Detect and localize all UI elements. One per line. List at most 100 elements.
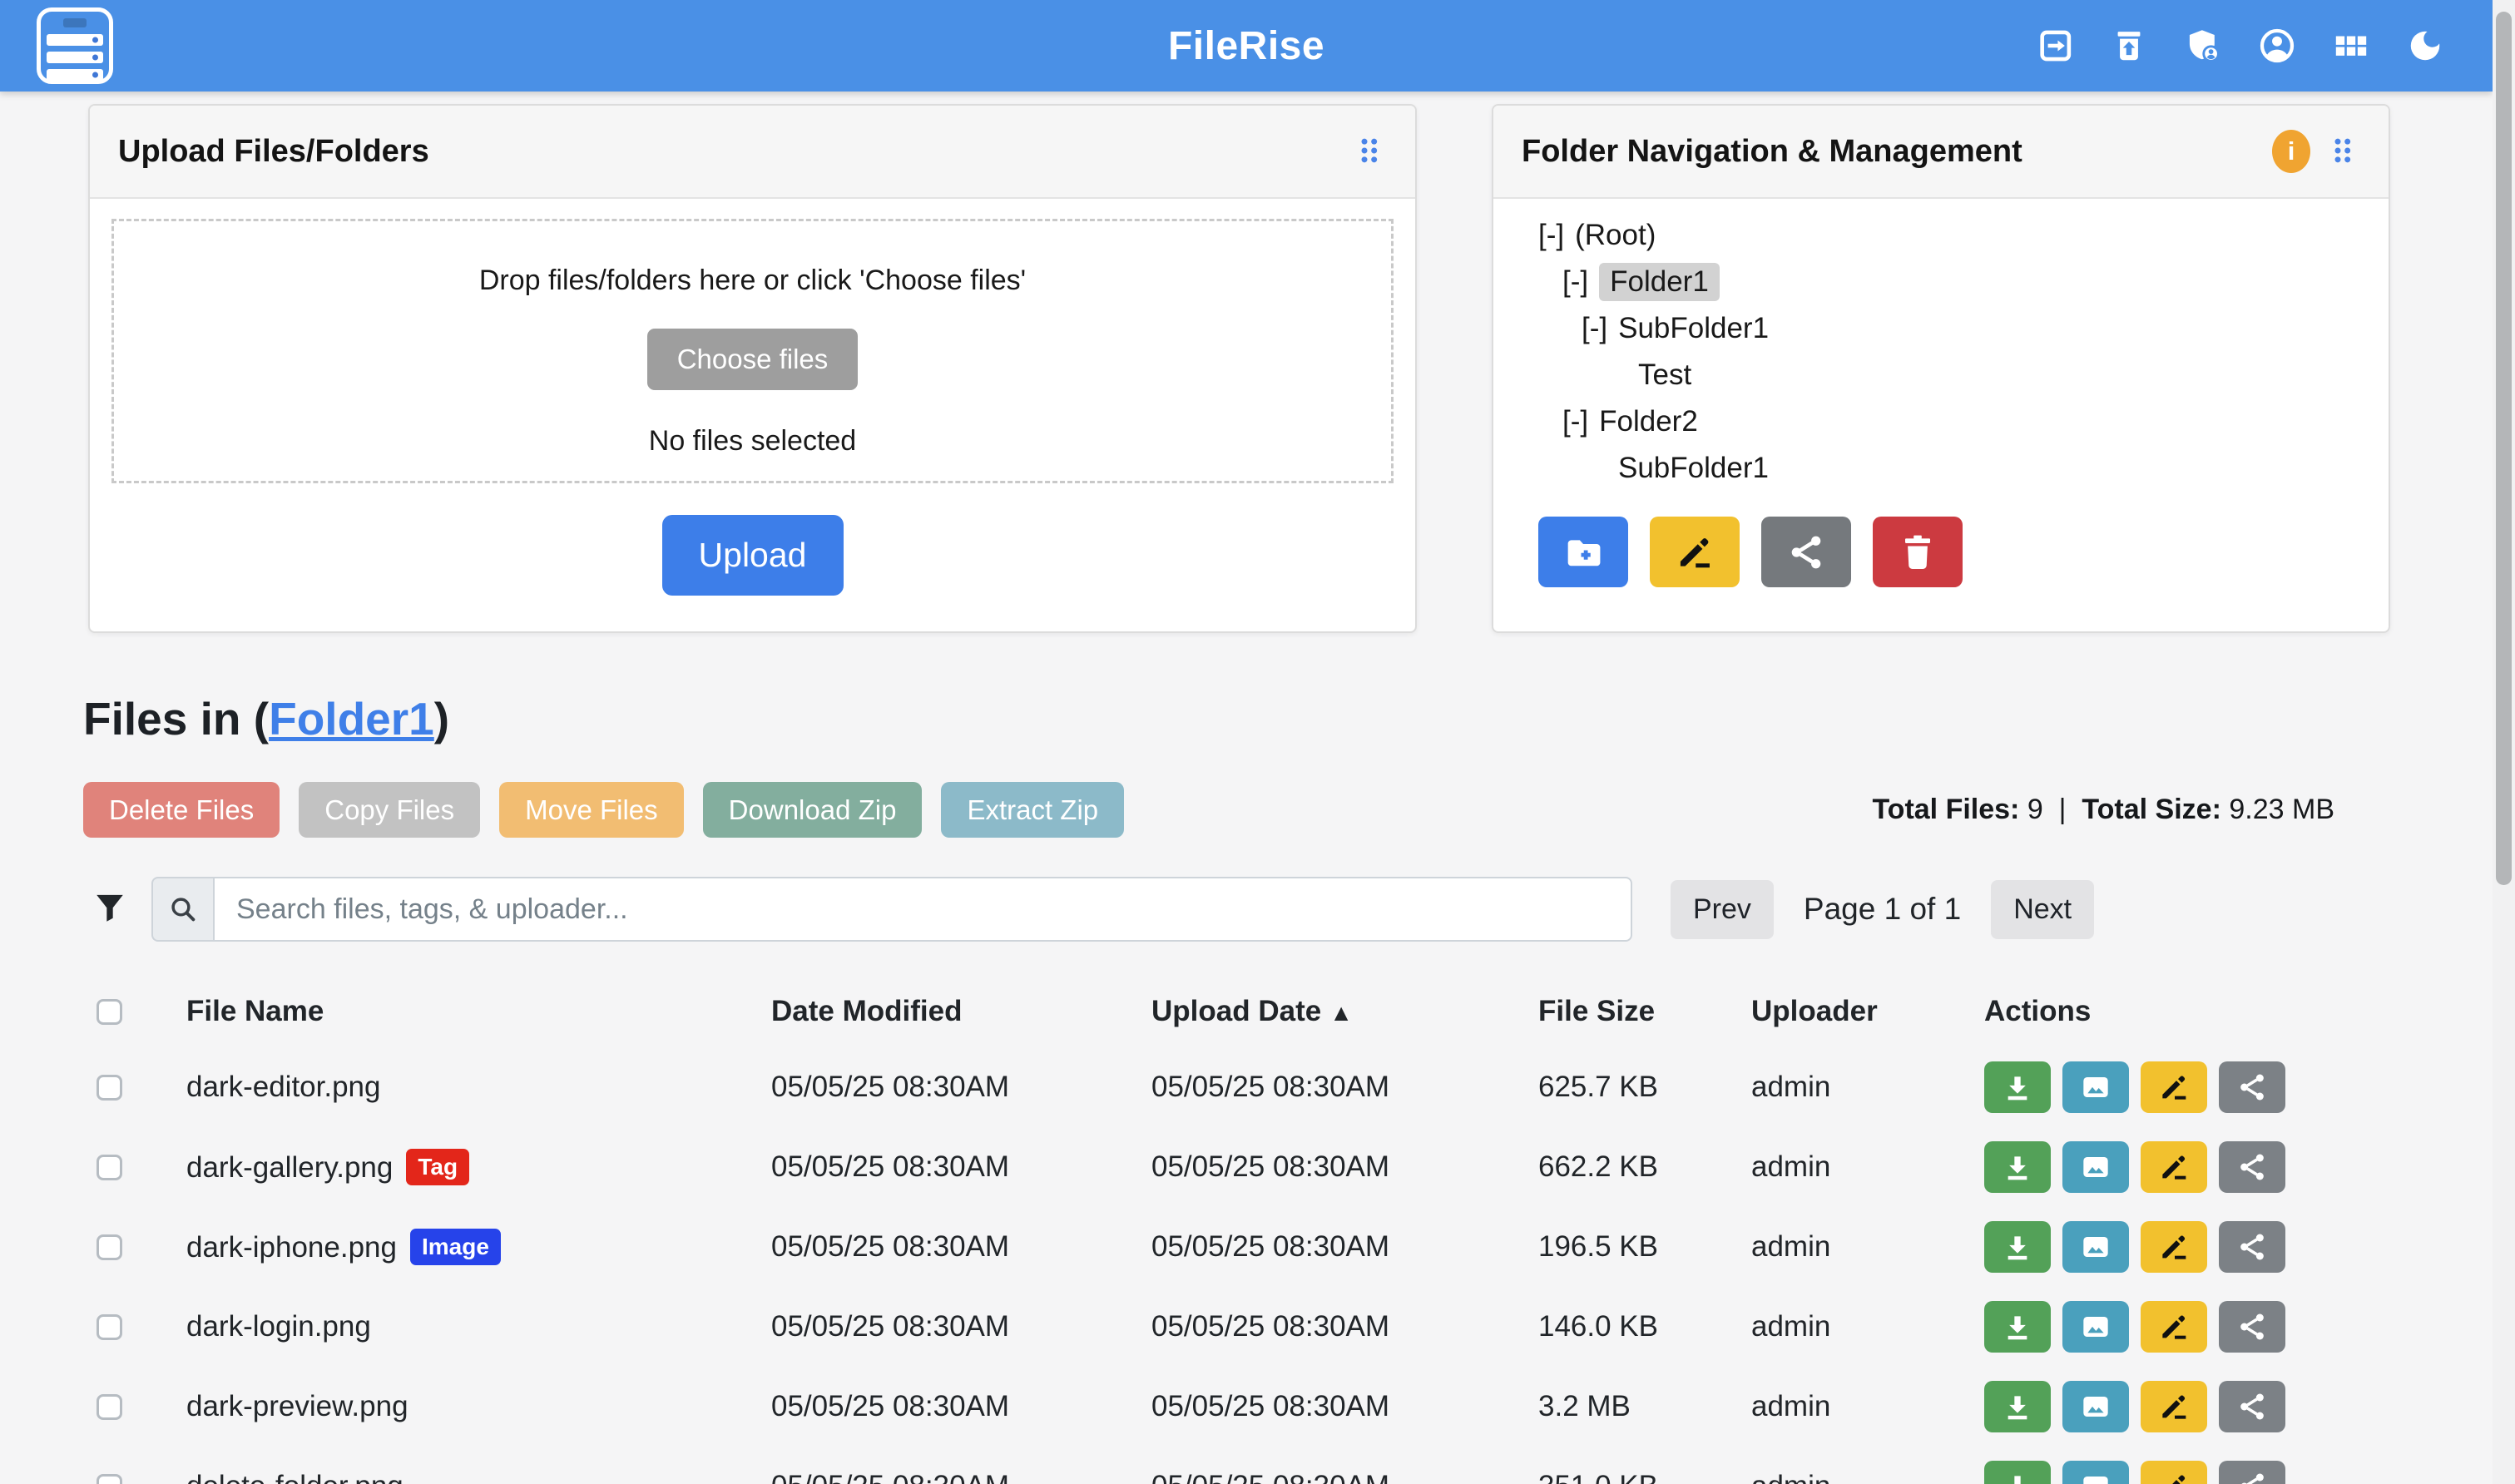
choose-files-button[interactable]: Choose files xyxy=(647,329,859,390)
row-actions xyxy=(1984,1301,2334,1353)
row-checkbox[interactable] xyxy=(97,1314,122,1340)
tree-label[interactable]: Folder2 xyxy=(1599,405,1698,438)
download-file-button[interactable] xyxy=(1984,1221,2051,1273)
rename-file-button[interactable] xyxy=(2141,1221,2207,1273)
drag-handle-icon[interactable] xyxy=(1350,131,1387,171)
upload-button[interactable]: Upload xyxy=(662,515,844,596)
header-icon-group xyxy=(2034,25,2446,67)
row-checkbox[interactable] xyxy=(97,1234,122,1260)
tree-label[interactable]: SubFolder1 xyxy=(1618,452,1769,485)
date-modified: 05/05/25 08:30AM xyxy=(771,1230,1151,1264)
preview-file-button[interactable] xyxy=(2062,1061,2129,1113)
column-header-size[interactable]: File Size xyxy=(1538,995,1751,1028)
tree-toggle[interactable]: [-] xyxy=(1582,312,1607,345)
preview-file-button[interactable] xyxy=(2062,1221,2129,1273)
tree-label[interactable]: (Root) xyxy=(1575,219,1656,252)
extract-zip-button[interactable]: Extract Zip xyxy=(941,782,1124,838)
share-file-button[interactable] xyxy=(2219,1221,2285,1273)
download-file-button[interactable] xyxy=(1984,1461,2051,1484)
search-input[interactable] xyxy=(213,877,1632,942)
info-icon[interactable] xyxy=(2272,130,2310,173)
download-icon xyxy=(2001,1390,2034,1423)
scrollbar-thumb[interactable] xyxy=(2496,12,2512,885)
page-indicator: Page 1 of 1 xyxy=(1804,892,1961,927)
download-file-button[interactable] xyxy=(1984,1301,2051,1353)
image-icon xyxy=(2079,1310,2112,1343)
filter-icon[interactable] xyxy=(90,889,130,929)
prev-page-button[interactable]: Prev xyxy=(1671,880,1774,939)
share-file-button[interactable] xyxy=(2219,1141,2285,1193)
upload-card: Upload Files/Folders Drop files/folders … xyxy=(88,104,1417,633)
tree-toggle[interactable]: [-] xyxy=(1562,265,1588,299)
preview-file-button[interactable] xyxy=(2062,1301,2129,1353)
date-modified: 05/05/25 08:30AM xyxy=(771,1310,1151,1343)
rename-file-button[interactable] xyxy=(2141,1381,2207,1432)
tree-item-subfolder1-b[interactable]: SubFolder1 xyxy=(1538,445,2389,492)
copy-files-button[interactable]: Copy Files xyxy=(299,782,480,838)
dark-mode-icon[interactable] xyxy=(2404,25,2446,67)
tree-item-root[interactable]: [-] (Root) xyxy=(1538,212,2389,259)
tree-label[interactable]: SubFolder1 xyxy=(1618,312,1769,345)
preview-file-button[interactable] xyxy=(2062,1141,2129,1193)
tree-toggle[interactable]: [-] xyxy=(1538,219,1564,252)
file-name: dark-iphone.pngImage xyxy=(186,1229,771,1265)
delete-folder-button[interactable] xyxy=(1873,517,1963,587)
rename-file-button[interactable] xyxy=(2141,1141,2207,1193)
rename-file-button[interactable] xyxy=(2141,1461,2207,1484)
download-file-button[interactable] xyxy=(1984,1141,2051,1193)
move-files-button[interactable]: Move Files xyxy=(499,782,684,838)
tree-label-selected[interactable]: Folder1 xyxy=(1599,263,1720,301)
filerise-logo-icon[interactable] xyxy=(37,7,113,84)
sign-out-icon[interactable] xyxy=(2034,25,2076,67)
current-folder-link[interactable]: Folder1 xyxy=(269,693,434,744)
next-page-button[interactable]: Next xyxy=(1991,880,2094,939)
preview-file-button[interactable] xyxy=(2062,1381,2129,1432)
tree-item-folder2[interactable]: [-] Folder2 xyxy=(1538,398,2389,445)
image-icon xyxy=(2079,1230,2112,1264)
heading-prefix: Files in ( xyxy=(83,693,269,744)
trash-restore-icon[interactable] xyxy=(2108,25,2150,67)
row-checkbox[interactable] xyxy=(97,1155,122,1180)
rename-file-button[interactable] xyxy=(2141,1061,2207,1113)
download-file-button[interactable] xyxy=(1984,1061,2051,1113)
share-file-button[interactable] xyxy=(2219,1301,2285,1353)
preview-file-button[interactable] xyxy=(2062,1461,2129,1484)
upload-date: 05/05/25 08:30AM xyxy=(1151,1390,1538,1423)
share-file-button[interactable] xyxy=(2219,1461,2285,1484)
share-folder-button[interactable] xyxy=(1761,517,1851,587)
create-folder-button[interactable] xyxy=(1538,517,1628,587)
rename-folder-button[interactable] xyxy=(1650,517,1740,587)
drag-handle-icon[interactable] xyxy=(2324,131,2360,171)
files-table: File Name Date Modified Upload Date▲ Fil… xyxy=(83,976,2334,1484)
tree-toggle[interactable]: [-] xyxy=(1562,405,1588,438)
share-file-button[interactable] xyxy=(2219,1061,2285,1113)
column-header-modified[interactable]: Date Modified xyxy=(771,995,1151,1028)
file-name: dark-gallery.pngTag xyxy=(186,1149,771,1185)
download-file-button[interactable] xyxy=(1984,1381,2051,1432)
select-all-checkbox[interactable] xyxy=(97,999,122,1025)
rename-file-button[interactable] xyxy=(2141,1301,2207,1353)
upload-date: 05/05/25 08:30AM xyxy=(1151,1230,1538,1264)
download-zip-button[interactable]: Download Zip xyxy=(703,782,923,838)
file-dropzone[interactable]: Drop files/folders here or click 'Choose… xyxy=(111,219,1394,483)
admin-shield-icon[interactable] xyxy=(2182,25,2224,67)
tree-item-folder1[interactable]: [-] Folder1 xyxy=(1538,259,2389,305)
column-header-uploader[interactable]: Uploader xyxy=(1751,995,1984,1028)
pencil-icon xyxy=(2157,1230,2191,1264)
totals-summary: Total Files: 9 | Total Size: 9.23 MB xyxy=(1872,794,2334,826)
tree-item-test[interactable]: Test xyxy=(1538,352,2389,398)
row-actions xyxy=(1984,1461,2334,1484)
tree-label[interactable]: Test xyxy=(1638,359,1691,392)
column-header-uploaded[interactable]: Upload Date▲ xyxy=(1151,995,1538,1028)
apps-grid-icon[interactable] xyxy=(2330,25,2372,67)
tree-item-subfolder1[interactable]: [-] SubFolder1 xyxy=(1538,305,2389,352)
folder-plus-icon xyxy=(1562,532,1604,573)
share-file-button[interactable] xyxy=(2219,1381,2285,1432)
delete-files-button[interactable]: Delete Files xyxy=(83,782,280,838)
logo-bar xyxy=(47,34,103,46)
column-header-name[interactable]: File Name xyxy=(186,995,771,1028)
profile-icon[interactable] xyxy=(2256,25,2298,67)
row-checkbox[interactable] xyxy=(97,1394,122,1420)
row-checkbox[interactable] xyxy=(97,1474,122,1484)
row-checkbox[interactable] xyxy=(97,1075,122,1101)
